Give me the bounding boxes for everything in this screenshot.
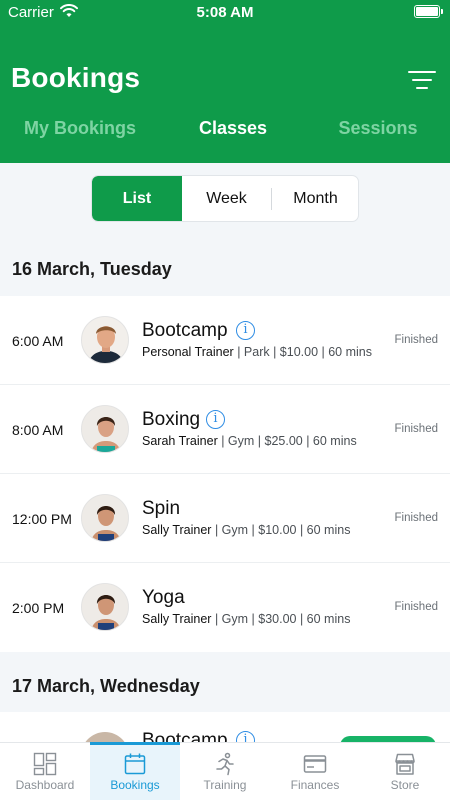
class-name: Boxing	[142, 409, 201, 430]
info-icon[interactable]: i	[206, 410, 225, 429]
view-week-button[interactable]: Week	[182, 176, 271, 221]
view-toggle: List Week Month	[91, 175, 359, 222]
class-row[interactable]: 12:00 PM Spin Sally Trainer | Gym | $10.…	[0, 474, 450, 563]
tab-classes[interactable]: Classes	[158, 118, 308, 139]
trainer-avatar	[81, 405, 129, 453]
day-header: 16 March, Tuesday	[12, 259, 172, 279]
class-row[interactable]: 8:00 AM Boxing i Sarah Trainer | Gym | $…	[0, 385, 450, 474]
status-badge: Finished	[394, 512, 438, 524]
info-icon[interactable]: i	[236, 321, 255, 340]
class-name: Spin	[142, 498, 181, 519]
nav-label: Dashboard	[15, 778, 75, 792]
trainer-avatar	[81, 583, 129, 631]
trainer-avatar	[81, 732, 129, 742]
class-row[interactable]: Bootcamp i	[0, 712, 450, 742]
info-icon[interactable]: i	[236, 731, 255, 742]
nav-label: Bookings	[110, 778, 160, 792]
status-badge: Finished	[394, 334, 438, 346]
trainer-name: Sarah Trainer	[142, 434, 218, 448]
nav-bookings[interactable]: Bookings	[90, 742, 180, 800]
class-row[interactable]: 6:00 AM Bootcamp i Personal Trainer | Pa…	[0, 296, 450, 385]
page-title: Bookings	[11, 62, 141, 93]
app-header: Carrier 5:08 AM Bookings My Bookings Cla…	[0, 0, 450, 163]
trainer-name: Sally Trainer	[142, 612, 212, 626]
class-details: Sarah Trainer | Gym | $25.00 | 60 mins	[142, 434, 357, 448]
trainer-avatar	[81, 494, 129, 542]
nav-dashboard[interactable]: Dashboard	[0, 743, 90, 800]
class-details: Personal Trainer | Park | $10.00 | 60 mi…	[142, 345, 372, 359]
battery-tip	[441, 9, 443, 14]
view-month-button[interactable]: Month	[272, 176, 358, 221]
battery-icon	[414, 5, 440, 18]
nav-training[interactable]: Training	[180, 743, 270, 800]
class-time: 12:00 PM	[12, 511, 72, 527]
day-header: 17 March, Wednesday	[12, 676, 200, 696]
nav-label: Finances	[290, 778, 340, 792]
clock-time: 5:08 AM	[196, 4, 254, 21]
class-details: Sally Trainer | Gym | $30.00 | 60 mins	[142, 612, 350, 626]
status-badge: Finished	[394, 423, 438, 435]
class-name: Bootcamp	[142, 730, 228, 742]
class-meta: | Gym | $25.00 | 60 mins	[217, 434, 357, 448]
booking-tabs: My Bookings Classes Sessions	[0, 118, 450, 152]
nav-label: Store	[390, 778, 420, 792]
filter-icon[interactable]	[408, 70, 436, 90]
view-list-button[interactable]: List	[92, 176, 182, 221]
nav-finances[interactable]: Finances	[270, 743, 360, 800]
trainer-avatar	[81, 316, 129, 364]
dashboard-icon	[33, 752, 57, 776]
nav-label: Training	[203, 778, 247, 792]
running-person-icon	[216, 752, 234, 776]
status-badge: Finished	[394, 601, 438, 613]
nav-store[interactable]: Store	[360, 743, 450, 800]
class-time: 2:00 PM	[12, 600, 65, 616]
store-icon	[395, 753, 415, 775]
class-name: Yoga	[142, 587, 185, 608]
calendar-icon	[124, 753, 146, 775]
trainer-name: Personal Trainer	[142, 345, 234, 359]
class-row[interactable]: 2:00 PM Yoga Sally Trainer | Gym | $30.0…	[0, 563, 450, 652]
class-name: Bootcamp	[142, 320, 228, 341]
status-bar: Carrier 5:08 AM	[0, 0, 450, 26]
trainer-name: Sally Trainer	[142, 523, 212, 537]
credit-card-icon	[303, 755, 327, 773]
class-meta: | Gym | $30.00 | 60 mins	[211, 612, 351, 626]
class-meta: | Gym | $10.00 | 60 mins	[211, 523, 351, 537]
class-time: 8:00 AM	[12, 422, 64, 438]
tab-my-bookings[interactable]: My Bookings	[5, 118, 155, 139]
bottom-navigation: Dashboard Bookings Training Finances Sto…	[0, 742, 450, 800]
class-details: Sally Trainer | Gym | $10.00 | 60 mins	[142, 523, 350, 537]
class-meta: | Park | $10.00 | 60 mins	[233, 345, 372, 359]
class-time: 6:00 AM	[12, 333, 64, 349]
tab-sessions[interactable]: Sessions	[303, 118, 450, 139]
